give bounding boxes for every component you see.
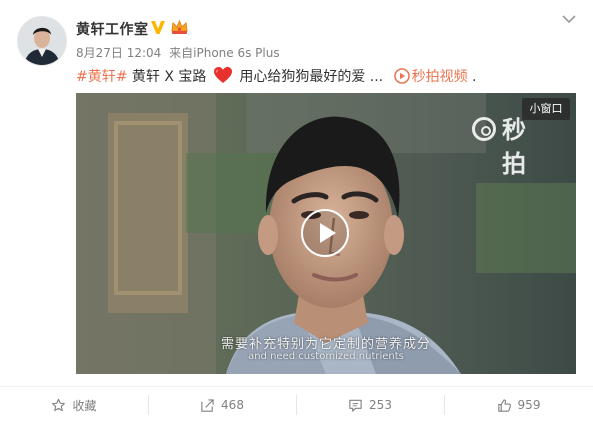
verified-v-icon xyxy=(151,21,165,34)
avatar[interactable] xyxy=(17,16,67,66)
subtitle-chinese: 需要补充特别为它定制的营养成分 xyxy=(220,337,431,352)
chevron-down-icon[interactable] xyxy=(561,13,577,25)
video-player[interactable]: 秒拍 小窗口 需要补充特别为它定制的营养成分 and need customiz… xyxy=(76,93,576,374)
repost-count: 468 xyxy=(221,398,244,412)
repost-button[interactable]: 468 xyxy=(148,387,296,423)
like-icon xyxy=(497,398,511,412)
post-text-tail: 用心给狗狗最好的爱 ... xyxy=(234,69,384,85)
hashtag-link[interactable]: #黄轩# xyxy=(76,69,127,85)
post-text-end: . xyxy=(467,69,477,85)
mini-window-button[interactable]: 小窗口 xyxy=(522,98,570,120)
subtitle-english: and need customized nutrients xyxy=(248,351,404,362)
repost-icon xyxy=(201,398,214,412)
video-link[interactable]: 秒拍视频 xyxy=(412,69,468,85)
like-button[interactable]: 959 xyxy=(444,387,593,423)
post-source[interactable]: iPhone 6s Plus xyxy=(193,46,279,60)
post-text-main: 黄轩 X 宝路 xyxy=(127,69,207,85)
play-icon[interactable] xyxy=(301,209,349,257)
watermark-logo-icon xyxy=(472,117,496,141)
post-meta: 8月27日 12:04 来自iPhone 6s Plus xyxy=(76,44,284,61)
comment-button[interactable]: 253 xyxy=(296,387,444,423)
weibo-post-card: 黄轩工作室 8月27日 12:04 来自iPhone 6s Plus #黄轩# … xyxy=(0,0,593,423)
post-source-prefix: 来自 xyxy=(169,46,194,60)
favorite-label: 收藏 xyxy=(72,398,97,413)
video-link-icon xyxy=(393,68,410,84)
watermark-text: 秒拍 xyxy=(502,116,526,178)
post-timestamp[interactable]: 8月27日 12:04 xyxy=(76,46,161,60)
post-text: #黄轩# 黄轩 X 宝路 用心给狗狗最好的爱 ... 秒拍视频 . xyxy=(76,66,477,86)
favorite-button[interactable]: 收藏 xyxy=(0,387,148,423)
star-icon xyxy=(52,398,66,411)
comment-count: 253 xyxy=(369,398,392,412)
heart-emoji-icon xyxy=(213,67,232,83)
action-bar: 收藏 468 253 959 xyxy=(0,386,593,423)
like-count: 959 xyxy=(517,398,541,412)
author-name[interactable]: 黄轩工作室 xyxy=(76,19,149,39)
crown-badge-icon[interactable] xyxy=(170,19,189,35)
comment-icon xyxy=(349,399,362,412)
